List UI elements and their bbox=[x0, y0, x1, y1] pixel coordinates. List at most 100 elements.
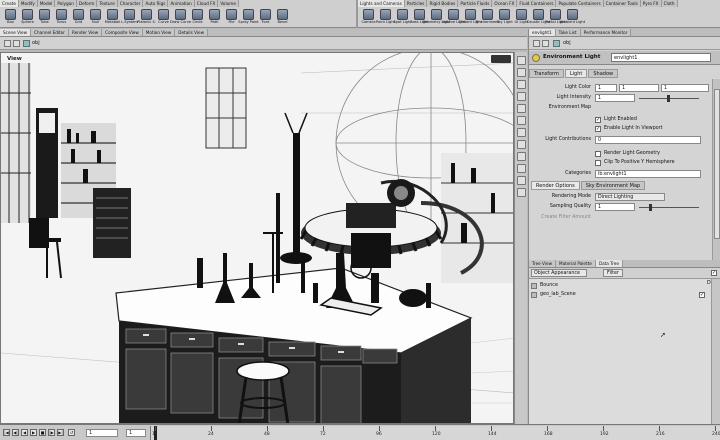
parameter-tab-2[interactable]: Shadow bbox=[588, 69, 619, 78]
shelf-tool-button[interactable]: Bevel bbox=[274, 8, 291, 28]
data-tree-option-checkbox[interactable]: ✓ bbox=[711, 270, 717, 276]
shelf-tool-button[interactable]: Spot Light bbox=[393, 8, 412, 28]
stop-icon[interactable]: ■ bbox=[39, 429, 46, 436]
shelf-tab-left-6[interactable]: Character bbox=[117, 0, 144, 7]
scene-pane-tab-3[interactable]: Composite View bbox=[102, 29, 143, 36]
goto-end-icon[interactable]: ▶| bbox=[57, 429, 64, 436]
sampling-slider-handle[interactable] bbox=[649, 204, 652, 211]
parameter-pane-tab-2[interactable]: Performance Monitor bbox=[580, 29, 632, 36]
shelf-tab-left-5[interactable]: Texture bbox=[97, 0, 118, 7]
play-reverse-icon[interactable]: ◀ bbox=[21, 429, 28, 436]
camera-menu-icon[interactable] bbox=[517, 68, 526, 77]
scene-pane-tab-5[interactable]: Details View bbox=[175, 29, 209, 36]
shelf-tab-left-0[interactable]: Create bbox=[0, 0, 19, 7]
light-color-g-field[interactable]: 1 bbox=[619, 84, 659, 92]
parameter-pane-tab-1[interactable]: Take List bbox=[555, 29, 581, 36]
guide-icon[interactable] bbox=[517, 164, 526, 173]
parameter-path-label[interactable]: obj bbox=[563, 40, 571, 46]
shelf-tool-button[interactable]: Volume Light bbox=[442, 8, 465, 28]
shelf-tab-left-10[interactable]: Volume bbox=[218, 0, 239, 7]
shelf-divider[interactable] bbox=[356, 0, 358, 28]
sampling-slider-track[interactable] bbox=[639, 207, 699, 208]
loop-icon[interactable]: ↺ bbox=[68, 429, 75, 436]
parameter-scroll-thumb[interactable] bbox=[714, 89, 720, 239]
shelf-tool-button[interactable]: Font bbox=[257, 8, 274, 28]
shelf-tool-button[interactable]: Distant Light bbox=[459, 8, 482, 28]
shelf-tool-button[interactable]: Torus bbox=[53, 8, 70, 28]
shelf-tool-button[interactable]: File bbox=[223, 8, 240, 28]
data-tree-type-dropdown[interactable]: Object Appearance bbox=[531, 269, 587, 277]
data-tree-scrollbar[interactable] bbox=[711, 279, 720, 424]
shelf-tool-button[interactable]: Tube bbox=[36, 8, 53, 28]
parameter-tab-0[interactable]: Transform bbox=[529, 69, 564, 78]
scene-viewport[interactable]: View bbox=[0, 52, 514, 424]
shelf-tab-right-0[interactable]: Lights and Cameras bbox=[358, 0, 405, 7]
data-tree-tab-2[interactable]: Data Tree bbox=[595, 260, 623, 267]
shelf-tool-button[interactable]: Portal Light bbox=[545, 8, 566, 28]
rendering-mode-dropdown[interactable]: Direct Lighting bbox=[595, 193, 665, 201]
shelf-tool-button[interactable]: Platonic S. bbox=[137, 8, 156, 28]
shelf-tab-left-8[interactable]: Animation bbox=[168, 0, 195, 7]
categories-field[interactable]: lb:envlight1 bbox=[595, 170, 701, 178]
render-option-tab-1[interactable]: Sky Environment Map bbox=[580, 181, 646, 190]
shelf-tab-right-3[interactable]: Particle Fluids bbox=[458, 0, 493, 7]
shelf-tab-left-7[interactable]: Auto Rigs bbox=[143, 0, 169, 7]
forward-arrow-icon[interactable] bbox=[13, 40, 20, 47]
shelf-tab-right-7[interactable]: Container Tools bbox=[603, 0, 641, 7]
scene-pane-tab-4[interactable]: Motion View bbox=[142, 29, 176, 36]
expand-icon[interactable] bbox=[531, 283, 537, 289]
forward-arrow-icon[interactable] bbox=[542, 40, 549, 47]
scene-path-label[interactable]: obj bbox=[32, 40, 40, 46]
shelf-tool-button[interactable]: Point Light bbox=[376, 8, 395, 28]
light-contributions-field[interactable]: 0 bbox=[595, 136, 701, 144]
node-name-field[interactable]: envlight1 bbox=[611, 53, 711, 62]
filter-button[interactable]: Filter bbox=[603, 269, 623, 277]
shelf-tool-button[interactable]: GI Light bbox=[513, 8, 530, 28]
visualizer-icon[interactable] bbox=[517, 176, 526, 185]
grid-icon[interactable] bbox=[517, 140, 526, 149]
parameter-scrollbar[interactable] bbox=[712, 79, 720, 264]
shelf-tab-left-4[interactable]: Deform bbox=[76, 0, 98, 7]
light-enabled-checkbox[interactable]: ✓ bbox=[595, 117, 601, 123]
lighting-icon[interactable] bbox=[517, 80, 526, 89]
shelf-tool-button[interactable]: Geometry Light bbox=[422, 8, 451, 28]
shelf-tool-button[interactable]: Path bbox=[206, 8, 223, 28]
shelf-tool-button[interactable]: Area Light bbox=[410, 8, 429, 28]
scene-pane-tab-1[interactable]: Channel Editor bbox=[31, 29, 69, 36]
scene-pane-tab-0[interactable]: Scene View bbox=[0, 29, 32, 36]
enable-viewport-checkbox[interactable]: ✓ bbox=[595, 126, 601, 132]
light-intensity-field[interactable]: 1 bbox=[595, 94, 635, 102]
start-frame-field[interactable]: 1 bbox=[126, 429, 146, 437]
viewport-display-options[interactable] bbox=[491, 55, 511, 63]
current-frame-field[interactable]: 1 bbox=[86, 429, 118, 437]
intensity-slider-handle[interactable] bbox=[667, 95, 670, 102]
data-tree-tab-1[interactable]: Material Palette bbox=[556, 260, 596, 267]
background-icon[interactable] bbox=[517, 128, 526, 137]
shelf-tab-right-6[interactable]: Populate Containers bbox=[556, 0, 604, 7]
back-arrow-icon[interactable] bbox=[4, 40, 11, 47]
light-color-r-field[interactable]: 1 bbox=[595, 84, 617, 92]
shelf-tab-left-1[interactable]: Modify bbox=[18, 0, 38, 7]
shelf-tool-button[interactable]: L-System bbox=[121, 8, 138, 28]
shelf-tool-button[interactable]: Metaball bbox=[104, 8, 121, 28]
shelf-tab-right-9[interactable]: Cloth bbox=[661, 0, 678, 7]
flipbook-icon[interactable] bbox=[517, 188, 526, 197]
render-geometry-checkbox[interactable] bbox=[595, 151, 601, 157]
shelf-tool-button[interactable]: Sphere bbox=[19, 8, 36, 28]
list-item[interactable]: Bounce bbox=[531, 282, 711, 290]
shelf-tool-button[interactable]: Draw Curve bbox=[170, 8, 191, 28]
snap-icon[interactable] bbox=[517, 152, 526, 161]
step-back-icon[interactable]: ◀| bbox=[12, 429, 19, 436]
wireframe-icon[interactable] bbox=[517, 104, 526, 113]
display-option-icon[interactable] bbox=[517, 56, 526, 65]
clip-hemisphere-checkbox[interactable] bbox=[595, 160, 601, 166]
goto-start-icon[interactable]: |◀ bbox=[3, 429, 10, 436]
shelf-tool-button[interactable]: Environment bbox=[476, 8, 499, 28]
play-icon[interactable]: ▶ bbox=[30, 429, 37, 436]
shelf-tab-right-4[interactable]: Ocean FX bbox=[492, 0, 518, 7]
list-item[interactable]: geo_lab_Scene ✓ bbox=[531, 291, 711, 299]
shelf-tab-right-8[interactable]: Pyro FX bbox=[640, 0, 662, 7]
light-color-b-field[interactable]: 1 bbox=[661, 84, 709, 92]
parameter-pane-tab-0[interactable]: envlight1 bbox=[529, 29, 556, 36]
sampling-quality-field[interactable]: 1 bbox=[595, 203, 635, 211]
